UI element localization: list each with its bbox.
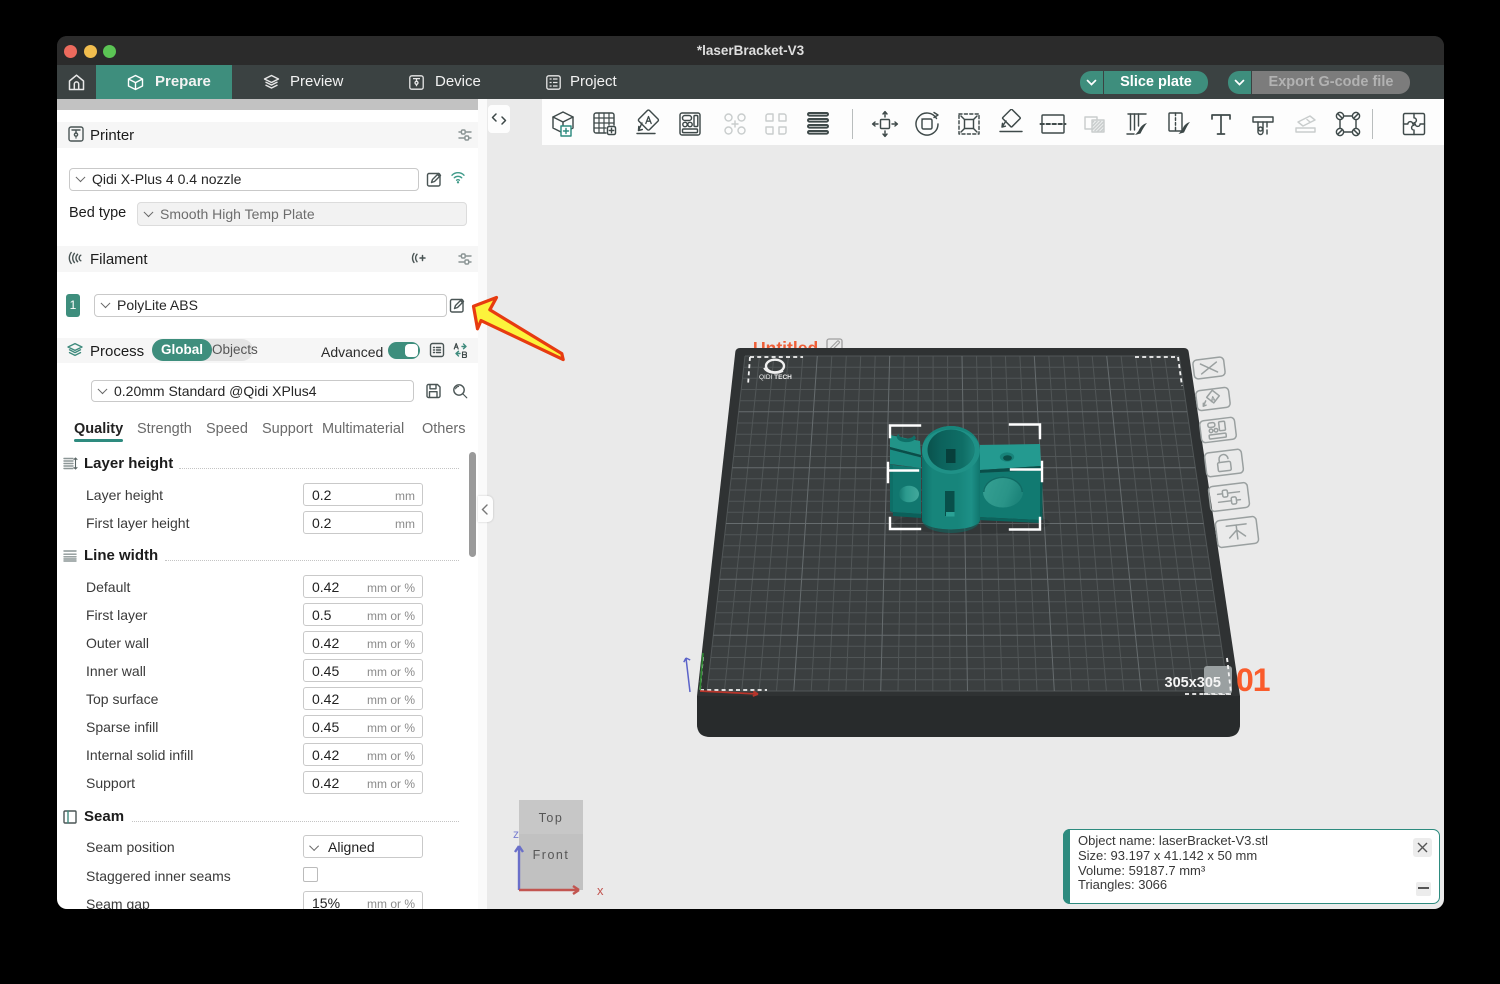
svg-text:QIDI TECH: QIDI TECH [759,374,792,381]
svg-text:x: x [597,883,604,898]
svg-text:01: 01 [1236,662,1270,698]
svg-text:z: z [513,827,519,841]
svg-text:305x305: 305x305 [1165,675,1221,691]
